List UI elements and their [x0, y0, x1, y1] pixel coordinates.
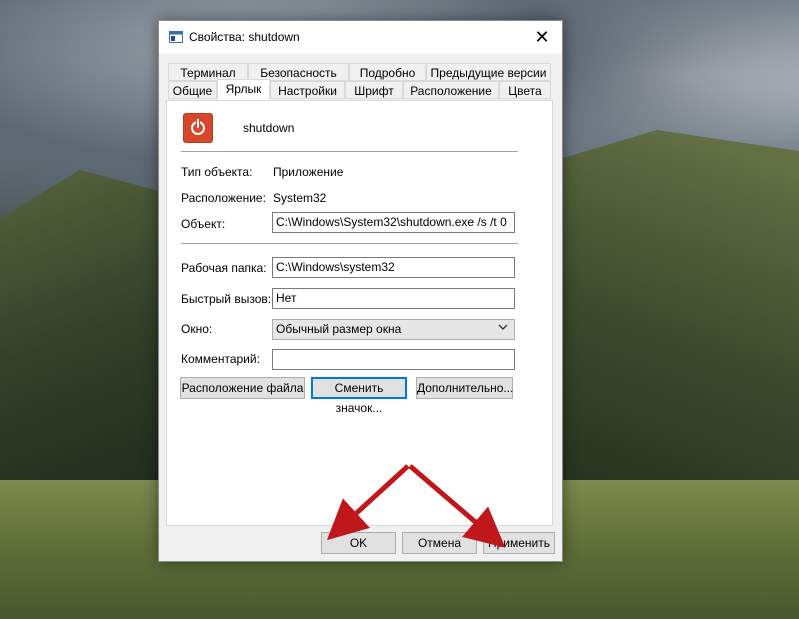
advanced-button[interactable]: Дополнительно... — [416, 377, 513, 399]
window-mode-select[interactable]: Обычный размер окна — [272, 319, 515, 340]
hotkey-label: Быстрый вызов: — [181, 292, 272, 306]
cancel-button[interactable]: Отмена — [402, 532, 477, 554]
window-mode-label: Окно: — [181, 322, 213, 336]
tab-font[interactable]: Шрифт — [345, 81, 403, 99]
change-icon-button[interactable]: Сменить значок... — [311, 377, 407, 415]
tab-colors[interactable]: Цвета — [499, 81, 551, 99]
separator — [181, 243, 518, 244]
power-icon — [183, 113, 213, 143]
workdir-field[interactable]: C:\Windows\system32 — [272, 257, 515, 278]
object-type-label: Тип объекта: — [181, 165, 253, 179]
tab-previous-versions[interactable]: Предыдущие версии — [426, 63, 551, 81]
close-icon[interactable]: ✕ — [522, 21, 562, 54]
window-title: Свойства: shutdown — [189, 30, 300, 44]
tab-details[interactable]: Подробно — [349, 63, 426, 81]
target-label: Объект: — [181, 217, 226, 231]
comment-label: Комментарий: — [181, 352, 260, 366]
separator — [181, 151, 518, 152]
location-value: System32 — [273, 191, 327, 205]
tab-shortcut[interactable]: Ярлык — [217, 79, 270, 100]
workdir-label: Рабочая папка: — [181, 261, 267, 275]
properties-dialog: Свойства: shutdown ✕ Терминал Безопаснос… — [158, 20, 563, 562]
tab-general[interactable]: Общие — [168, 81, 217, 99]
chevron-down-icon — [498, 322, 508, 335]
title-bar[interactable]: Свойства: shutdown ✕ — [159, 21, 562, 54]
shortcut-panel: shutdown Тип объекта: Приложение Располо… — [166, 100, 553, 526]
apply-button[interactable]: Применить — [483, 532, 555, 554]
ok-button[interactable]: OK — [321, 532, 396, 554]
comment-field[interactable] — [272, 349, 515, 370]
location-label: Расположение: — [181, 191, 266, 205]
hotkey-field[interactable]: Нет — [272, 288, 515, 309]
tab-layout[interactable]: Расположение — [403, 81, 499, 99]
shortcut-window-icon — [169, 31, 183, 43]
open-file-location-button[interactable]: Расположение файла — [180, 377, 305, 399]
app-name: shutdown — [243, 121, 295, 135]
tab-options[interactable]: Настройки — [270, 81, 345, 99]
hill-right — [540, 130, 799, 480]
window-mode-value: Обычный размер окна — [276, 322, 402, 336]
object-type-value: Приложение — [273, 165, 344, 179]
target-field[interactable]: C:\Windows\System32\shutdown.exe /s /t 0 — [272, 212, 515, 233]
